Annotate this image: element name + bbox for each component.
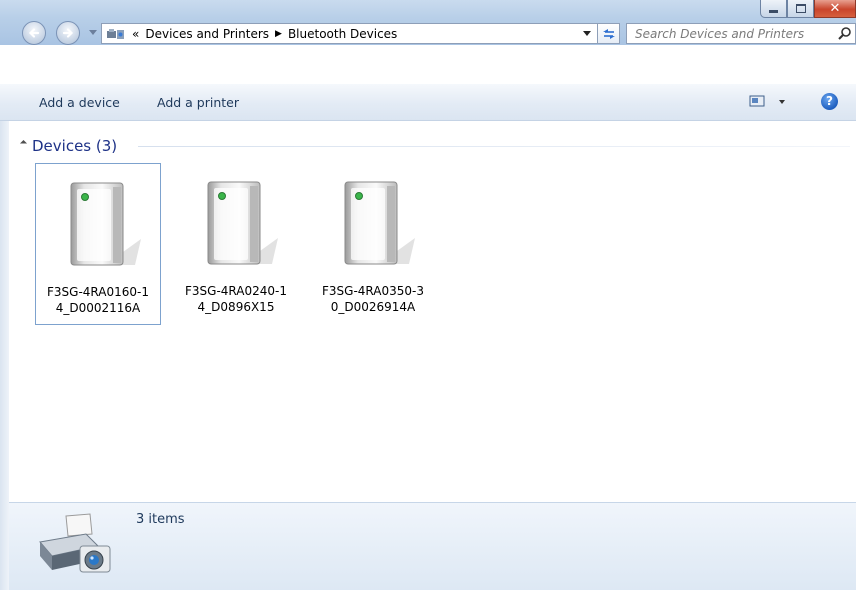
help-icon[interactable]: ?: [821, 93, 838, 110]
device-name-line1: F3SG-4RA0160-1: [47, 285, 149, 299]
device-name-line2: 0_D0026914A: [330, 300, 416, 314]
group-divider: [138, 146, 850, 147]
device-name-line1: F3SG-4RA0240-1: [185, 284, 287, 298]
device-tile[interactable]: F3SG-4RA0160-1 4_D0002116A: [35, 163, 161, 325]
bluetooth-device-icon: [344, 181, 415, 265]
add-printer-button[interactable]: Add a printer: [157, 95, 239, 110]
command-bar: [0, 84, 856, 121]
breadcrumb-separator-icon[interactable]: ▶: [275, 29, 282, 39]
breadcrumb-devices-and-printers[interactable]: Devices and Printers: [145, 27, 269, 41]
refresh-icon: [602, 28, 615, 39]
arrow-right-icon: [62, 28, 74, 38]
item-count: 3 items: [136, 512, 185, 527]
device-name-line1: F3SG-4RA0350-3: [322, 284, 424, 298]
recent-pages-dropdown[interactable]: [89, 30, 97, 35]
breadcrumb-bluetooth-devices[interactable]: Bluetooth Devices: [288, 27, 397, 41]
close-icon: ✕: [829, 0, 841, 16]
maximize-button[interactable]: [787, 0, 814, 18]
devices-folder-icon: [107, 28, 124, 39]
change-view-icon[interactable]: [749, 94, 765, 108]
add-device-button[interactable]: Add a device: [39, 95, 120, 110]
address-dropdown-icon[interactable]: [583, 31, 591, 36]
close-button[interactable]: ✕: [814, 0, 856, 18]
minimize-button[interactable]: [760, 0, 787, 18]
refresh-button[interactable]: [598, 23, 620, 44]
device-tile[interactable]: F3SG-4RA0240-1 4_D0896X15: [173, 163, 299, 325]
arrow-left-icon: [28, 28, 40, 38]
group-header-devices[interactable]: Devices (3): [32, 137, 117, 155]
forward-button[interactable]: [56, 21, 80, 45]
window-controls: ✕: [760, 0, 856, 20]
device-name-line2: 4_D0002116A: [55, 301, 141, 315]
address-overflow[interactable]: «: [132, 27, 139, 41]
minimize-icon: [769, 10, 778, 13]
maximize-icon: [795, 4, 806, 13]
search-icon[interactable]: [837, 26, 853, 42]
bluetooth-device-icon: [70, 182, 141, 266]
left-frame: [0, 121, 9, 590]
back-button[interactable]: [22, 21, 46, 45]
devices-and-printers-icon: [39, 513, 111, 573]
device-tile[interactable]: F3SG-4RA0350-3 0_D0026914A: [310, 163, 436, 325]
explorer-window: ✕ « Devices and Printers ▶ Bluetooth Dev…: [0, 0, 856, 590]
search-box[interactable]: Search Devices and Printers: [626, 23, 856, 44]
address-bar[interactable]: « Devices and Printers ▶ Bluetooth Devic…: [101, 23, 598, 44]
search-input[interactable]: Search Devices and Printers: [635, 27, 804, 41]
device-name-line2: 4_D0896X15: [197, 300, 275, 314]
view-options-dropdown[interactable]: [779, 100, 785, 104]
bluetooth-device-icon: [207, 181, 278, 265]
